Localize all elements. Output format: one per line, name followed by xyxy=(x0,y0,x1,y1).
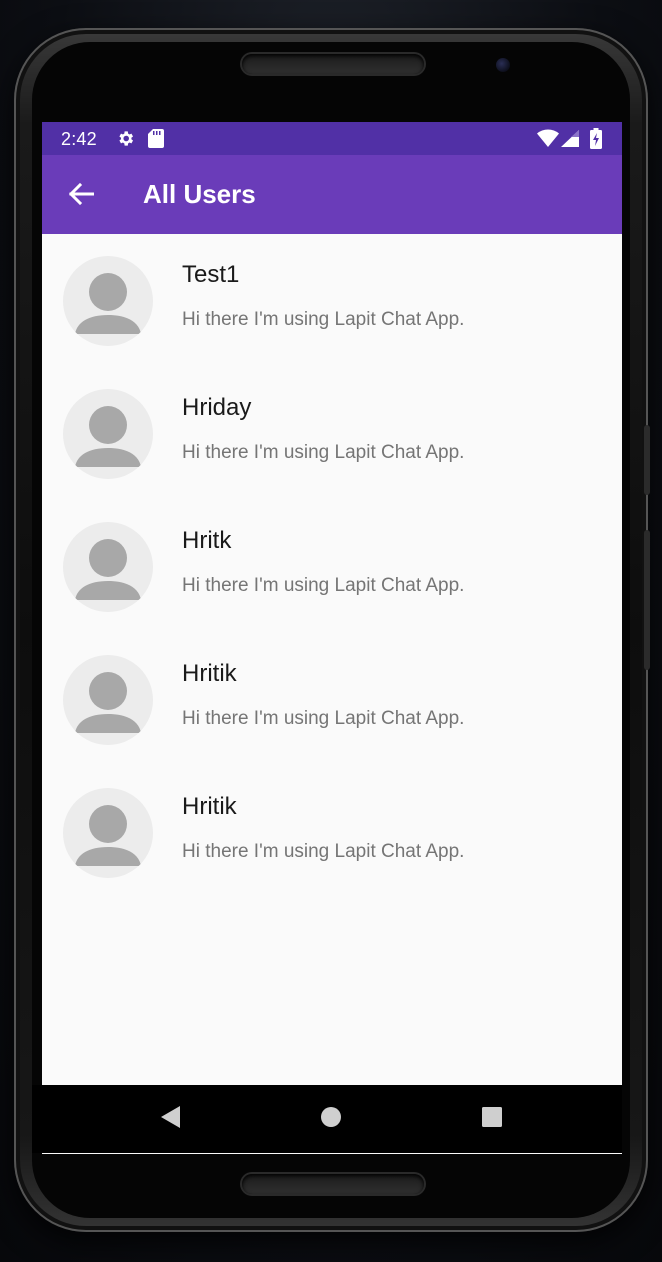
app-toolbar: All Users xyxy=(42,155,622,234)
avatar xyxy=(63,788,153,878)
avatar xyxy=(63,522,153,612)
gear-icon xyxy=(116,129,135,153)
cell-signal-icon xyxy=(561,130,579,152)
default-user-icon xyxy=(63,273,153,346)
battery-charging-icon xyxy=(590,128,602,154)
home-circle-icon xyxy=(320,1106,342,1133)
user-status: Hi there I'm using Lapit Chat App. xyxy=(182,442,465,463)
user-list: Test1 Hi there I'm using Lapit Chat App.… xyxy=(42,234,622,899)
sd-card-icon xyxy=(148,129,164,153)
user-status: Hi there I'm using Lapit Chat App. xyxy=(182,841,465,862)
wifi-icon xyxy=(537,129,559,152)
user-name: Test1 xyxy=(182,261,240,288)
list-item[interactable]: Hritik Hi there I'm using Lapit Chat App… xyxy=(42,633,622,766)
front-camera xyxy=(496,58,510,72)
user-name: Hriday xyxy=(182,394,252,421)
default-user-icon xyxy=(63,406,153,479)
default-user-icon xyxy=(63,805,153,878)
back-button[interactable] xyxy=(62,177,100,215)
list-item[interactable]: Test1 Hi there I'm using Lapit Chat App. xyxy=(42,234,622,367)
user-name: Hritik xyxy=(182,660,237,687)
user-name: Hritk xyxy=(182,527,232,554)
page-title: All Users xyxy=(143,179,256,209)
default-user-icon xyxy=(63,539,153,612)
user-name: Hritik xyxy=(182,793,237,820)
list-item[interactable]: Hritik Hi there I'm using Lapit Chat App… xyxy=(42,766,622,899)
earpiece-speaker xyxy=(242,54,424,74)
nav-home-button[interactable] xyxy=(317,1105,345,1133)
arrow-left-icon xyxy=(68,182,95,210)
avatar xyxy=(63,256,153,346)
user-status: Hi there I'm using Lapit Chat App. xyxy=(182,575,465,596)
list-item[interactable]: Hriday Hi there I'm using Lapit Chat App… xyxy=(42,367,622,500)
list-item[interactable]: Hritk Hi there I'm using Lapit Chat App. xyxy=(42,500,622,633)
power-button xyxy=(644,530,650,670)
avatar xyxy=(63,655,153,745)
nav-back-button[interactable] xyxy=(156,1105,184,1133)
app-screen: 2:42 All Users Test1 Hi there I'm using … xyxy=(42,122,622,1154)
nav-recents-button[interactable] xyxy=(478,1105,506,1133)
recents-square-icon xyxy=(481,1106,503,1133)
volume-button xyxy=(644,425,650,495)
back-triangle-icon xyxy=(159,1105,181,1134)
system-navigation-bar xyxy=(32,1085,622,1153)
bottom-speaker xyxy=(242,1174,424,1194)
default-user-icon xyxy=(63,672,153,745)
status-bar: 2:42 xyxy=(42,122,622,155)
status-time: 2:42 xyxy=(61,129,97,149)
avatar xyxy=(63,389,153,479)
user-status: Hi there I'm using Lapit Chat App. xyxy=(182,309,465,330)
user-status: Hi there I'm using Lapit Chat App. xyxy=(182,708,465,729)
